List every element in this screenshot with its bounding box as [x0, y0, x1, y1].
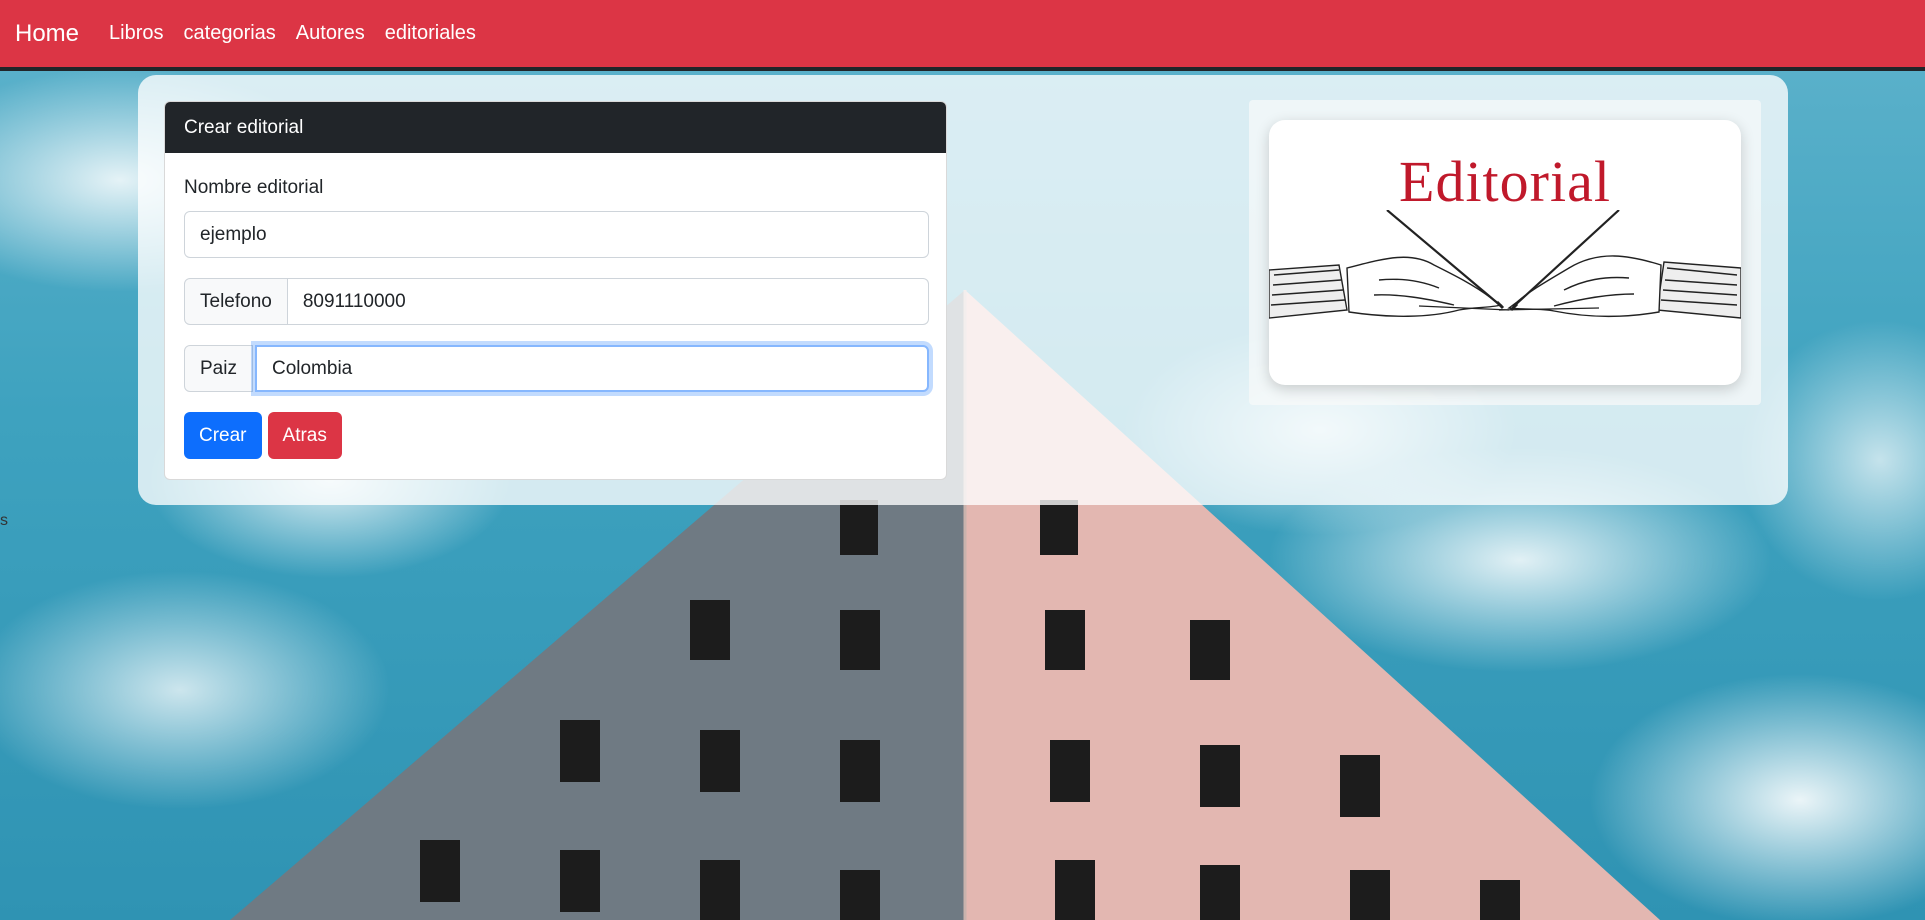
nav-brand-home[interactable]: Home: [15, 20, 79, 48]
nombre-editorial-input[interactable]: [184, 211, 929, 258]
writing-hands-icon: [1269, 210, 1741, 319]
main-panel: Crear editorial Nombre editorial Telefon…: [138, 75, 1788, 505]
form-buttons: Crear Atras: [184, 412, 927, 459]
editorial-image-title: Editorial: [1399, 149, 1611, 214]
editorial-image-frame: Editorial: [1249, 100, 1761, 405]
stray-text: s: [0, 512, 8, 529]
nav-link-libros[interactable]: Libros: [109, 22, 163, 45]
nav-link-categorias[interactable]: categorias: [184, 22, 276, 45]
card-body: Nombre editorial Telefono Paiz Crear Atr…: [165, 153, 946, 459]
nav-link-editoriales[interactable]: editoriales: [385, 22, 476, 45]
atras-button[interactable]: Atras: [267, 412, 342, 459]
paiz-group: Paiz: [184, 345, 929, 392]
telefono-label: Telefono: [184, 278, 288, 325]
card-header: Crear editorial: [165, 102, 946, 153]
navbar: Home Libros categorias Autores editorial…: [0, 0, 1925, 71]
crear-button[interactable]: Crear: [184, 412, 262, 459]
editorial-image: Editorial: [1269, 120, 1741, 385]
create-editorial-card: Crear editorial Nombre editorial Telefon…: [164, 101, 947, 480]
paiz-input[interactable]: [254, 345, 929, 392]
telefono-input[interactable]: [287, 278, 929, 325]
nav-link-autores[interactable]: Autores: [296, 22, 365, 45]
paiz-label: Paiz: [184, 345, 253, 392]
nombre-editorial-label: Nombre editorial: [184, 177, 324, 198]
telefono-group: Telefono: [184, 278, 929, 325]
